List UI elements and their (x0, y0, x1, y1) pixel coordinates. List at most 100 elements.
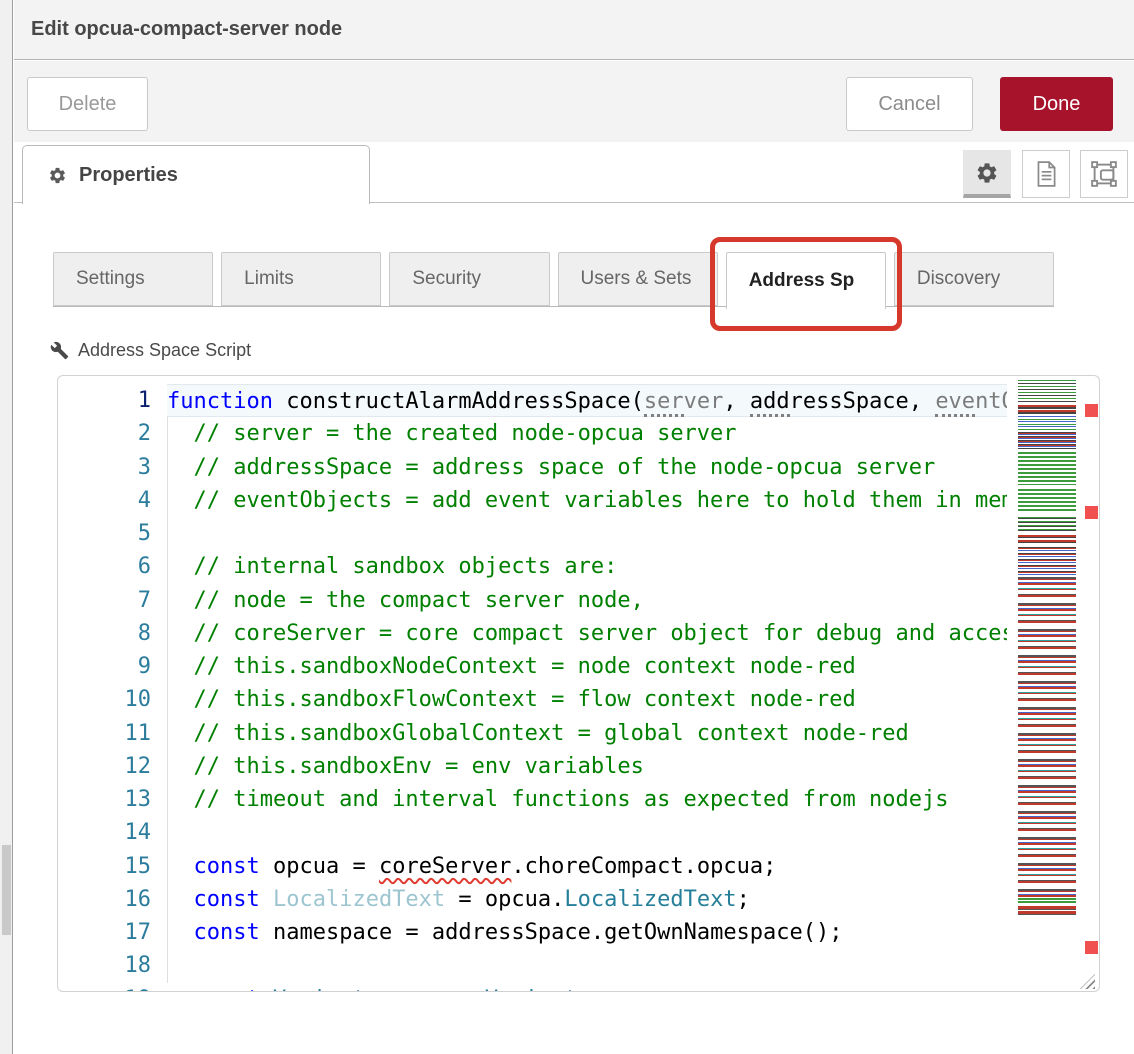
line-number: 8 (58, 617, 151, 650)
error-marker[interactable] (1085, 404, 1098, 417)
code-token: // node = the compact server node, (167, 588, 644, 613)
code-line[interactable] (167, 517, 1007, 550)
dialog-button-bar: Delete Cancel Done (14, 61, 1134, 142)
section-title: Address Space Script (78, 340, 251, 361)
gear-icon (48, 166, 67, 185)
code-line[interactable]: // eventObjects = add event variables he… (167, 484, 1007, 517)
code-token: constructAlarmAddressSpace( (273, 389, 644, 414)
tab-limits[interactable]: Limits (221, 252, 381, 306)
code-line[interactable]: // addressSpace = address space of the n… (167, 451, 1007, 484)
line-number: 9 (58, 650, 151, 683)
code-line[interactable]: // this.sandboxNodeContext = node contex… (167, 650, 1007, 683)
done-button[interactable]: Done (1000, 77, 1113, 131)
code-line[interactable]: // this.sandboxFlowContext = flow contex… (167, 683, 1007, 716)
code-token: , (909, 389, 936, 414)
tab-properties[interactable]: Properties (22, 145, 370, 204)
dialog-title: Edit opcua-compact-server node (31, 18, 342, 41)
code-token: const (194, 920, 260, 945)
code-token (260, 987, 273, 993)
line-number: 3 (58, 451, 151, 484)
code-token (167, 920, 194, 945)
code-token: // server = the created node-opcua serve… (167, 421, 737, 446)
delete-button[interactable]: Delete (27, 77, 148, 131)
line-number: 4 (58, 484, 151, 517)
tab-security[interactable]: Security (389, 252, 549, 306)
code-line[interactable]: const Variant = opcua.Variant; (167, 983, 1007, 993)
code-token: ver (684, 389, 724, 414)
cancel-button[interactable]: Cancel (846, 77, 973, 131)
code-token: LocalizedText (273, 887, 445, 912)
description-icon-button[interactable] (1022, 150, 1070, 198)
line-number: 11 (58, 717, 151, 750)
code-token: const (194, 887, 260, 912)
line-number: 10 (58, 683, 151, 716)
code-token: = opcua. (445, 887, 564, 912)
editor-code-area[interactable]: function constructAlarmAddressSpace(serv… (167, 384, 1007, 992)
screenshot-root: Edit opcua-compact-server node Delete Ca… (0, 0, 1134, 1054)
code-line[interactable]: function constructAlarmAddressSpace(serv… (167, 384, 1007, 417)
tab-address-sp[interactable]: Address Sp (726, 252, 886, 309)
line-number: 14 (58, 816, 151, 849)
section-label: Address Space Script (50, 340, 251, 361)
overview-ruler[interactable] (1079, 376, 1099, 991)
code-token: = opcua. (366, 987, 485, 993)
code-token: Variant (485, 987, 578, 993)
tab-settings[interactable]: Settings (53, 252, 213, 306)
error-marker[interactable] (1085, 506, 1098, 519)
code-line[interactable]: // server = the created node-opcua serve… (167, 417, 1007, 450)
code-line[interactable]: // coreServer = core compact server obje… (167, 617, 1007, 650)
code-line[interactable] (167, 949, 1007, 982)
code-token: // timeout and interval functions as exp… (167, 787, 948, 812)
code-token: // this.sandboxNodeContext = node contex… (167, 654, 856, 679)
line-number: 7 (58, 584, 151, 617)
code-line[interactable]: const LocalizedText = opcua.LocalizedTex… (167, 883, 1007, 916)
code-token: eve (935, 389, 975, 417)
tab-discovery[interactable]: Discovery (894, 252, 1054, 306)
properties-icon-button[interactable] (963, 150, 1011, 198)
code-line[interactable]: // timeout and interval functions as exp… (167, 783, 1007, 816)
code-token: const (194, 987, 260, 993)
tab-label: Users & Sets (581, 268, 692, 290)
line-number: 13 (58, 783, 151, 816)
appearance-icon-button[interactable] (1080, 150, 1128, 198)
background-scrollbar-thumb[interactable] (2, 845, 11, 935)
editor-minimap[interactable] (1016, 380, 1079, 987)
code-token: ; (737, 887, 750, 912)
gear-icon (975, 161, 999, 185)
line-number: 19 (58, 983, 151, 993)
line-number: 17 (58, 916, 151, 949)
edit-node-dialog: Edit opcua-compact-server node Delete Ca… (14, 0, 1134, 1054)
document-icon (1033, 160, 1059, 188)
background-page-sliver (0, 0, 13, 1054)
code-token: const (194, 854, 260, 879)
code-token: ser (644, 389, 684, 417)
line-number: 12 (58, 750, 151, 783)
error-marker[interactable] (1085, 941, 1098, 954)
code-line[interactable]: const opcua = coreServer.choreCompact.op… (167, 850, 1007, 883)
code-token: namespace = addressSpace.getOwnNamespace… (260, 920, 843, 945)
code-token: ressSpace (790, 389, 909, 414)
code-token: .choreCompact.opcua; (511, 854, 776, 879)
code-editor[interactable]: 12345678910111213141516171819 function c… (57, 375, 1100, 992)
line-number: 15 (58, 850, 151, 883)
dialog-header: Edit opcua-compact-server node (14, 0, 1134, 60)
line-number: 1 (58, 384, 151, 417)
tab-label: Address Sp (749, 270, 855, 292)
code-line[interactable]: // node = the compact server node, (167, 584, 1007, 617)
code-token: // addressSpace = address space of the n… (167, 455, 935, 480)
code-line[interactable]: // this.sandboxGlobalContext = global co… (167, 717, 1007, 750)
code-line[interactable]: // internal sandbox objects are: (167, 550, 1007, 583)
code-line[interactable] (167, 816, 1007, 849)
node-tabs: SettingsLimits Security Users & Sets Addres… (53, 252, 1054, 307)
line-number: 18 (58, 949, 151, 982)
code-token: opcua = (260, 854, 379, 879)
code-token: // coreServer = core compact server obje… (167, 621, 1007, 646)
line-number: 16 (58, 883, 151, 916)
code-line[interactable]: // this.sandboxEnv = env variables (167, 750, 1007, 783)
wrench-icon (50, 341, 69, 360)
code-line[interactable]: const namespace = addressSpace.getOwnNam… (167, 916, 1007, 949)
tab-users-sets[interactable]: Users & Sets (558, 252, 718, 306)
tab-label: Security (412, 268, 481, 290)
code-token: coreServer (379, 854, 511, 879)
line-number: 6 (58, 550, 151, 583)
